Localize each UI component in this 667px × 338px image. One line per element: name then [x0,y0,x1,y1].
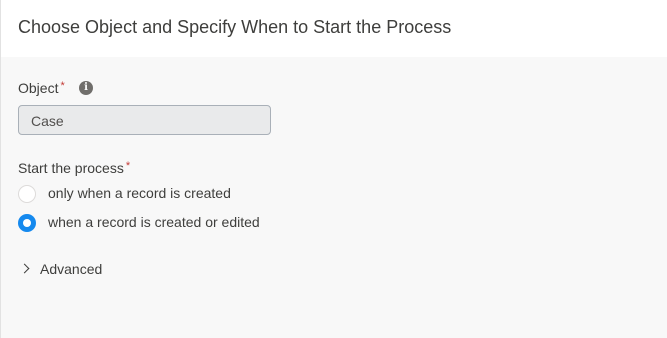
advanced-label[interactable]: Advanced [40,261,102,277]
object-field-value: Case [31,113,64,129]
radio-button-selected[interactable] [18,214,36,232]
object-label: Object * [18,80,65,96]
chevron-right-icon[interactable] [19,263,30,274]
object-field[interactable]: Case [18,105,271,135]
required-marker: * [125,160,131,172]
required-marker: * [60,80,65,92]
start-process-label-text: Start the process [18,160,124,176]
start-process-label: Start the process * [18,160,130,176]
radio-button[interactable] [18,185,36,203]
object-label-text: Object [18,80,59,96]
radio-label[interactable]: when a record is created or edited [48,214,260,230]
radio-label[interactable]: only when a record is created [48,185,231,201]
panel-title: Choose Object and Specify When to Start … [18,17,452,37]
process-start-panel: Choose Object and Specify When to Start … [0,0,667,338]
panel-header: Choose Object and Specify When to Start … [1,0,667,57]
info-icon[interactable]: i [79,81,93,95]
